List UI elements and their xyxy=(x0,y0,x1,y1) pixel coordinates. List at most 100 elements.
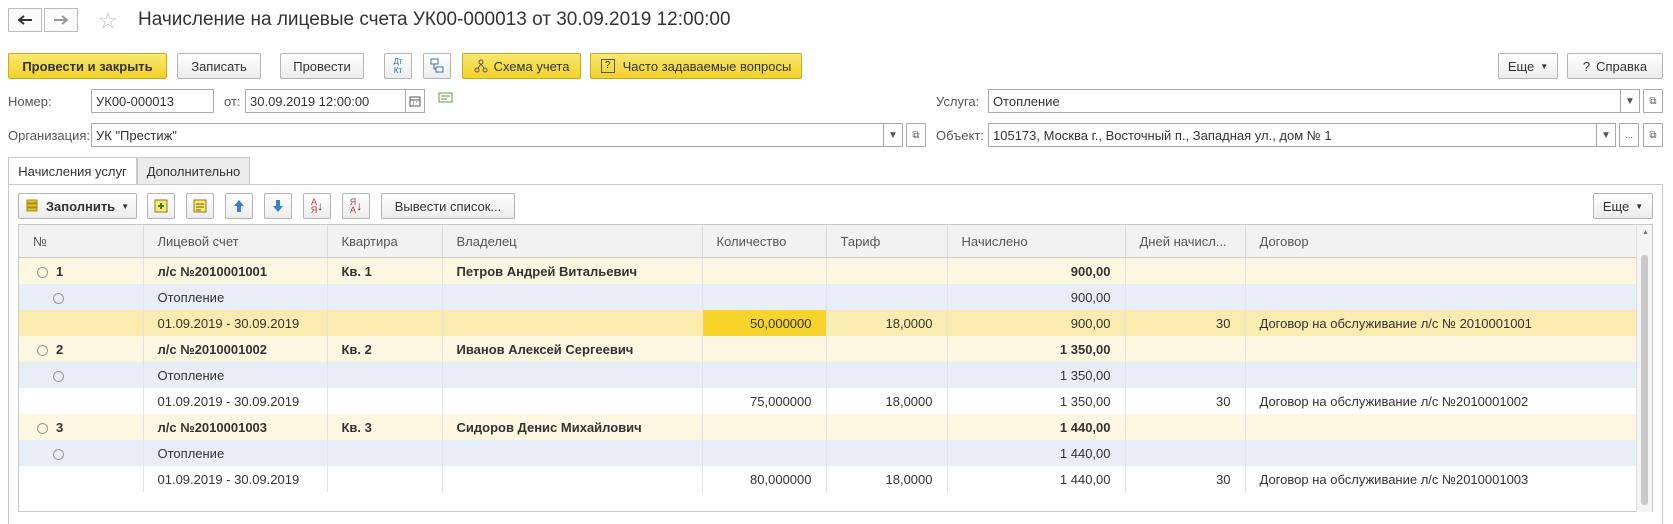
cell-tariff[interactable]: 18,0000 xyxy=(826,310,948,336)
table-row[interactable]: 01.09.2019 - 30.09.2019 80,000000 18,0000 1… xyxy=(19,466,1638,492)
move-up-button[interactable] xyxy=(225,193,253,219)
table-scrollbar[interactable]: ▲ xyxy=(1636,225,1652,512)
move-down-button[interactable] xyxy=(264,193,292,219)
cell-flat[interactable]: Кв. 3 xyxy=(327,414,443,440)
cell-owner[interactable]: Иванов Алексей Сергеевич xyxy=(442,336,703,362)
cell-amount[interactable]: 1 350,00 xyxy=(947,362,1126,388)
cell-quantity[interactable] xyxy=(702,336,827,362)
cell-owner[interactable]: Петров Андрей Витальевич xyxy=(442,257,703,284)
cell-days[interactable] xyxy=(1125,336,1246,362)
date-field[interactable]: 30.09.2019 12:00:00 xyxy=(245,89,406,113)
cell-contract[interactable]: Договор на обслуживание л/с № 2010001001 xyxy=(1245,310,1638,336)
star-icon[interactable]: ☆ xyxy=(98,8,118,34)
forward-button[interactable] xyxy=(44,8,78,32)
cell-flat[interactable]: Кв. 1 xyxy=(327,257,443,284)
help-button[interactable]: ? Справка xyxy=(1567,53,1663,79)
cell-contract[interactable] xyxy=(1245,257,1638,284)
cell-quantity[interactable] xyxy=(702,414,827,440)
col-flat[interactable]: Квартира xyxy=(327,225,443,258)
cell-account[interactable]: 01.09.2019 - 30.09.2019 xyxy=(143,310,328,336)
faq-button[interactable]: ? Часто задаваемые вопросы xyxy=(590,53,802,79)
cell-quantity[interactable] xyxy=(702,257,827,284)
cell-contract[interactable] xyxy=(1245,284,1638,310)
cell-quantity[interactable] xyxy=(702,362,827,388)
table-row[interactable]: 01.09.2019 - 30.09.2019 75,000000 18,0000 1… xyxy=(19,388,1638,414)
table-row[interactable]: Отопление 1 440,00 xyxy=(19,440,1638,466)
object-field[interactable]: 105173, Москва г., Восточный п., Западна… xyxy=(988,123,1597,147)
cell-number[interactable] xyxy=(19,440,144,466)
output-list-button[interactable]: Вывести список... xyxy=(381,193,515,219)
cell-days[interactable] xyxy=(1125,414,1246,440)
post-and-close-button[interactable]: Провести и закрыть xyxy=(8,53,167,79)
cell-contract[interactable]: Договор на обслуживание л/с №2010001002 xyxy=(1245,388,1638,414)
cell-flat[interactable] xyxy=(327,388,443,414)
cell-quantity[interactable]: 75,000000 xyxy=(702,388,827,414)
cell-number[interactable] xyxy=(19,310,144,336)
cell-amount[interactable]: 1 350,00 xyxy=(947,388,1126,414)
table-row[interactable]: 2 л/с №2010001002 Кв. 2 Иванов Алексей Серг… xyxy=(19,336,1638,362)
cell-number[interactable] xyxy=(19,284,144,310)
cell-account[interactable]: Отопление xyxy=(143,284,328,310)
dtkt-button[interactable]: Дт Кт xyxy=(384,53,412,79)
cell-contract[interactable] xyxy=(1245,414,1638,440)
copy-row-button[interactable] xyxy=(186,193,214,219)
calendar-button[interactable] xyxy=(405,89,425,113)
col-amount[interactable]: Начислено xyxy=(947,225,1126,258)
post-button[interactable]: Провести xyxy=(280,53,364,79)
col-number[interactable]: № xyxy=(19,225,144,258)
cell-tariff[interactable] xyxy=(826,362,948,388)
scheme-button[interactable]: Схема учета xyxy=(462,53,581,79)
cell-owner[interactable] xyxy=(442,310,703,336)
cell-days[interactable] xyxy=(1125,362,1246,388)
service-dropdown-button[interactable]: ▼ xyxy=(1620,89,1640,113)
object-open-button[interactable]: ⧉ xyxy=(1643,123,1663,147)
cell-owner[interactable] xyxy=(442,284,703,310)
tab-services[interactable]: Начисления услуг xyxy=(8,157,137,185)
cell-number[interactable] xyxy=(19,388,144,414)
scrollbar-thumb[interactable] xyxy=(1641,255,1648,505)
cell-account[interactable]: 01.09.2019 - 30.09.2019 xyxy=(143,388,328,414)
cell-number[interactable] xyxy=(19,362,144,388)
object-select-button[interactable]: ... xyxy=(1619,123,1639,147)
cell-tariff[interactable] xyxy=(826,284,948,310)
collapse-icon[interactable] xyxy=(37,266,48,278)
table-row[interactable]: 3 л/с №2010001003 Кв. 3 Сидоров Денис Михай… xyxy=(19,414,1638,440)
cell-flat[interactable]: Кв. 2 xyxy=(327,336,443,362)
cell-flat[interactable] xyxy=(327,284,443,310)
cell-days[interactable] xyxy=(1125,284,1246,310)
comment-icon[interactable] xyxy=(438,92,454,109)
number-field[interactable]: УК00-000013 xyxy=(91,89,214,113)
service-open-button[interactable]: ⧉ xyxy=(1643,89,1663,113)
org-open-button[interactable]: ⧉ xyxy=(906,123,926,147)
cell-account[interactable]: л/с №2010001001 xyxy=(143,257,328,284)
table-row[interactable]: 01.09.2019 - 30.09.2019 50,000000 18,0000 9… xyxy=(19,310,1638,336)
collapse-icon[interactable] xyxy=(53,370,64,382)
cell-days[interactable]: 30 xyxy=(1125,310,1246,336)
cell-days[interactable] xyxy=(1125,440,1246,466)
object-dropdown-button[interactable]: ▼ xyxy=(1596,123,1616,147)
cell-quantity[interactable]: 50,000000 xyxy=(702,310,827,336)
cell-number[interactable]: 1 xyxy=(19,257,144,284)
cell-account[interactable]: л/с №2010001002 xyxy=(143,336,328,362)
cell-contract[interactable]: Договор на обслуживание л/с №2010001003 xyxy=(1245,466,1638,492)
cell-owner[interactable] xyxy=(442,388,703,414)
table-more-button[interactable]: Еще ▼ xyxy=(1593,193,1653,219)
col-days[interactable]: Дней начисл... xyxy=(1125,225,1246,258)
sort-asc-button[interactable]: А Я ↓ xyxy=(303,193,331,219)
table-row[interactable]: Отопление 900,00 xyxy=(19,284,1638,310)
sort-desc-button[interactable]: Я А ↓ xyxy=(342,193,370,219)
cell-tariff[interactable] xyxy=(826,257,948,284)
cell-days[interactable] xyxy=(1125,257,1246,284)
save-button[interactable]: Записать xyxy=(177,53,261,79)
tab-additional[interactable]: Дополнительно xyxy=(137,157,250,185)
cell-flat[interactable] xyxy=(327,362,443,388)
col-owner[interactable]: Владелец xyxy=(442,225,703,258)
collapse-icon[interactable] xyxy=(37,344,48,356)
cell-contract[interactable] xyxy=(1245,336,1638,362)
collapse-icon[interactable] xyxy=(53,448,64,460)
fill-button[interactable]: Заполнить ▼ xyxy=(18,193,137,219)
cell-number[interactable]: 2 xyxy=(19,336,144,362)
cell-contract[interactable] xyxy=(1245,362,1638,388)
cell-flat[interactable] xyxy=(327,440,443,466)
org-dropdown-button[interactable]: ▼ xyxy=(883,123,903,147)
